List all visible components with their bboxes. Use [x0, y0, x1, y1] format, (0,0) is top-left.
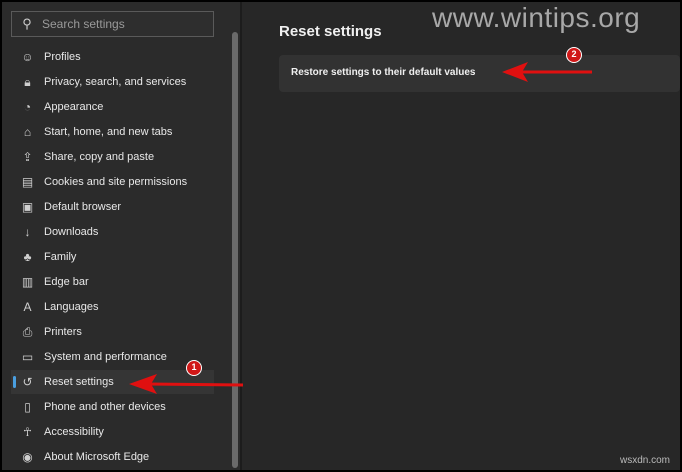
search-icon: ⚲: [22, 16, 32, 31]
page-title: Reset settings: [279, 23, 382, 40]
search-placeholder: Search settings: [42, 17, 125, 31]
sidebar-item-label: About Microsoft Edge: [44, 451, 150, 463]
sidebar-item-label: Accessibility: [44, 426, 104, 438]
sidebar-item-label: Reset settings: [44, 376, 114, 388]
language-icon: A: [23, 300, 32, 314]
browser-icon: ▣: [21, 200, 34, 214]
lock-icon: 🔒︎: [24, 74, 31, 89]
sidebar-item-accessibility[interactable]: ☥ Accessibility: [11, 420, 214, 444]
reset-icon: ↺: [22, 375, 33, 389]
sidebar-item-label: Start, home, and new tabs: [44, 126, 173, 138]
sidebar-item-languages[interactable]: A Languages: [11, 295, 214, 319]
sidebar-item-privacy-search-and-services[interactable]: 🔒︎ Privacy, search, and services: [11, 70, 214, 94]
sidebar-item-label: Downloads: [44, 226, 99, 238]
sidebar-item-phone-and-other-devices[interactable]: ▯ Phone and other devices: [11, 395, 214, 419]
accessibility-icon: ☥: [23, 425, 32, 439]
restore-defaults-button[interactable]: Restore settings to their default values: [279, 55, 680, 92]
sidebar-item-label: Privacy, search, and services: [44, 76, 187, 88]
sidebar-item-label: Default browser: [44, 201, 122, 213]
sidebar-item-label: Edge bar: [44, 276, 89, 288]
watermark: www.wintips.org: [432, 2, 641, 33]
palette-icon: ◔: [23, 100, 32, 114]
sidebar-item-printers[interactable]: ⎙ Printers: [11, 320, 214, 344]
laptop-icon: ▭: [21, 350, 34, 364]
sidebar-scrollbar[interactable]: [232, 32, 238, 468]
cookie-icon: ▤: [21, 175, 34, 189]
sidebar-item-downloads[interactable]: ↓ Downloads: [11, 220, 214, 244]
sidebar-item-edge-bar[interactable]: ▥ Edge bar: [11, 270, 214, 294]
sidebar-item-label: Share, copy and paste: [44, 151, 155, 163]
sidebar-item-family[interactable]: ♣ Family: [11, 245, 214, 269]
sidebar: ⚲ Search settings ☺ Profiles 🔒︎ Privacy, se…: [2, 2, 240, 470]
search-input[interactable]: ⚲ Search settings: [11, 11, 214, 37]
sidebar-item-system-and-performance[interactable]: ▭ System and performance: [11, 345, 214, 369]
watermark-bottom: wsxdn.com: [620, 455, 671, 466]
restore-defaults-label: Restore settings to their default values: [291, 67, 476, 78]
home-icon: ⌂: [23, 125, 32, 139]
download-icon: ↓: [24, 225, 31, 239]
sidebar-item-label: Printers: [44, 326, 82, 338]
phone-icon: ▯: [24, 400, 31, 414]
sidebar-item-label: Appearance: [44, 101, 104, 113]
annotation-arrow-1: [129, 374, 244, 394]
family-icon: ♣: [23, 250, 32, 264]
sidebar-item-label: Family: [44, 251, 77, 263]
divider: [240, 2, 242, 470]
printer-icon: ⎙: [22, 324, 33, 339]
sidebar-item-label: Phone and other devices: [44, 401, 166, 413]
sidebar-item-cookies-and-site-permissions[interactable]: ▤ Cookies and site permissions: [11, 170, 214, 194]
sidebar-item-profiles[interactable]: ☺ Profiles: [11, 45, 214, 69]
sidebar-item-about-microsoft-edge[interactable]: ◉ About Microsoft Edge: [11, 445, 214, 469]
sidebar-item-label: Profiles: [44, 51, 81, 63]
sidebar-item-start-home-and-new-tabs[interactable]: ⌂ Start, home, and new tabs: [11, 120, 214, 144]
edge-bar-icon: ▥: [21, 275, 34, 289]
sidebar-item-share-copy-and-paste[interactable]: ⇪ Share, copy and paste: [11, 145, 214, 169]
annotation-arrow-2: [502, 62, 592, 82]
sidebar-item-label: System and performance: [44, 351, 167, 363]
sidebar-item-label: Cookies and site permissions: [44, 176, 188, 188]
sidebar-item-default-browser[interactable]: ▣ Default browser: [11, 195, 214, 219]
sidebar-item-appearance[interactable]: ◔ Appearance: [11, 95, 214, 119]
sidebar-item-label: Languages: [44, 301, 99, 313]
edge-logo-icon: ◉: [22, 450, 33, 464]
profile-icon: ☺: [21, 50, 34, 64]
share-icon: ⇪: [22, 150, 33, 164]
